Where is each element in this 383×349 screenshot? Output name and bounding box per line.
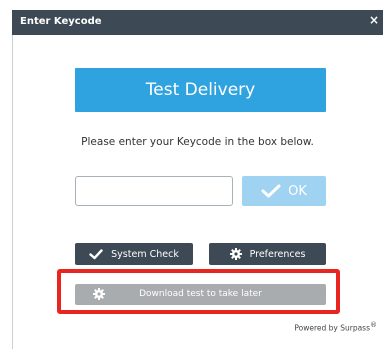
dialog-title-bar: Enter Keycode × xyxy=(12,10,383,35)
dialog-title: Enter Keycode xyxy=(20,16,102,27)
check-icon xyxy=(261,184,281,198)
test-delivery-banner: Test Delivery xyxy=(75,68,326,112)
registered-mark: ® xyxy=(370,321,377,329)
keycode-input[interactable] xyxy=(75,176,233,206)
preferences-label: Preferences xyxy=(249,248,306,260)
check-icon xyxy=(89,248,103,259)
close-icon[interactable]: × xyxy=(369,13,379,27)
ok-button-label: OK xyxy=(288,183,307,199)
gear-icon xyxy=(229,248,242,260)
banner-title: Test Delivery xyxy=(145,80,256,100)
ok-button[interactable]: OK xyxy=(242,176,326,206)
system-check-button[interactable]: System Check xyxy=(75,243,193,265)
instruction-text: Please enter your Keycode in the box bel… xyxy=(81,136,314,148)
download-test-button[interactable]: Download test to take later xyxy=(75,284,326,305)
download-test-label: Download test to take later xyxy=(139,289,262,299)
powered-by-text: Powered by Surpass® xyxy=(294,321,377,333)
preferences-button[interactable]: Preferences xyxy=(209,243,326,265)
enter-keycode-dialog: Enter Keycode × Test Delivery Please ent… xyxy=(0,0,383,349)
powered-by-label: Powered by Surpass xyxy=(294,323,370,333)
system-check-label: System Check xyxy=(111,248,179,260)
